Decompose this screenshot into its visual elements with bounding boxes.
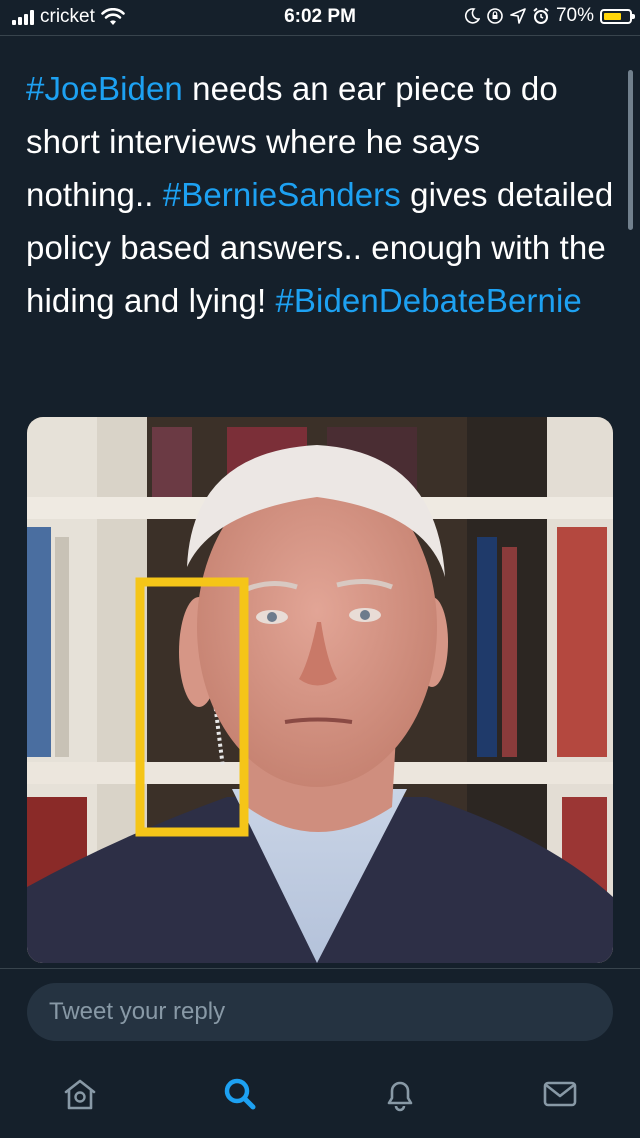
search-icon[interactable] [218,1072,262,1116]
tab-bar [0,1058,640,1138]
status-bar: cricket 6:02 PM 70% [0,0,640,36]
status-right: 70% [464,5,635,27]
orientation-lock-icon [487,8,503,24]
notifications-icon[interactable] [378,1072,422,1116]
messages-icon[interactable] [538,1072,582,1116]
moon-icon [464,8,480,24]
hashtag-joebiden[interactable]: #JoeBiden [26,70,183,107]
scroll-indicator [628,70,633,230]
tweet-text: #JoeBiden needs an ear piece to do short… [26,62,616,327]
reply-divider [0,968,640,969]
home-icon[interactable] [58,1072,102,1116]
hashtag-bidendebatebernie[interactable]: #BidenDebateBernie [275,282,581,319]
reply-placeholder: Tweet your reply [49,998,226,1025]
battery-icon [600,8,635,24]
hashtag-berniesanders[interactable]: #BernieSanders [163,176,401,213]
battery-percent: 70% [555,5,594,26]
status-divider [0,35,640,36]
tweet-media-image[interactable] [27,417,613,963]
reply-input[interactable]: Tweet your reply [27,983,613,1041]
alarm-icon [533,7,549,24]
battery-fill [604,12,621,20]
location-icon [510,8,526,24]
